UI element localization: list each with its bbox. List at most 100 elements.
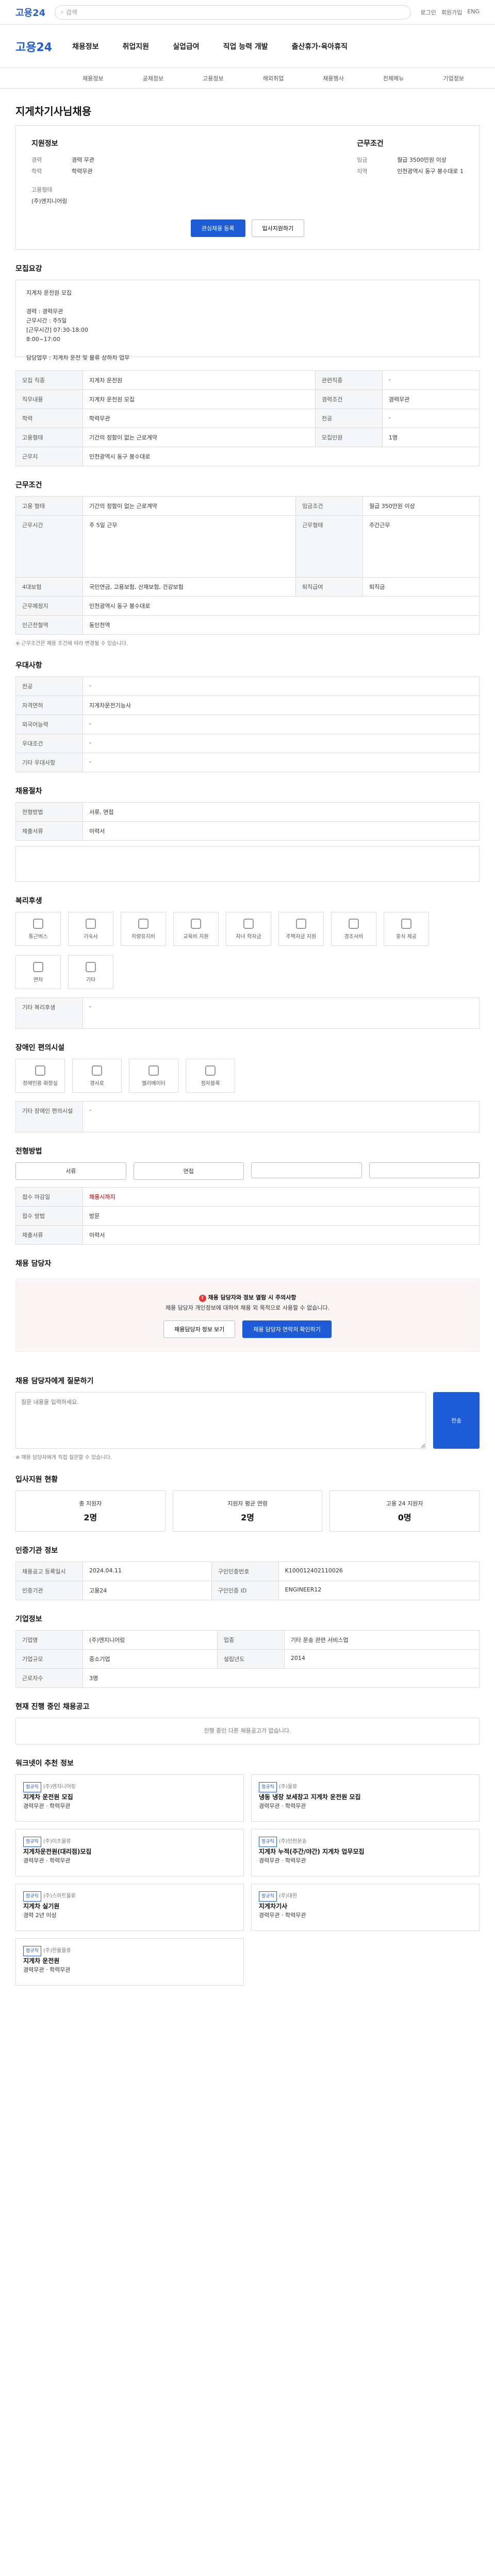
company-section: 기업정보 기업명 (주)엔지니어링 업종 기타 운송 관련 서비스업 기업규모 중소기업… (0, 1600, 495, 1688)
facility-label: 경사로 (90, 1080, 104, 1087)
welfare-extra: 기타 복리후생 - (15, 997, 480, 1029)
label: 임금 (357, 157, 368, 163)
search-placeholder: 검색 (65, 9, 77, 16)
summary-left-label: 지원정보 (31, 140, 58, 148)
cell-key: 접수 방법 (15, 1206, 83, 1226)
conditions-table: 고용 형태 기간의 정함이 없는 근로계약 임금조건 월급 350만원 이상 근무시간… (15, 496, 480, 635)
recommend-card[interactable]: 정규직 (주)인천운송 지게차 누적(주간/야간) 지게차 업무모집 경력무관 · 학… (251, 1829, 480, 1876)
menu-item-leave[interactable]: 출산휴가·육아휴직 (292, 41, 348, 52)
cell-key: 근무예정지 (15, 596, 83, 616)
brand-title[interactable]: 고용24 (15, 38, 72, 55)
menu-item-training[interactable]: 직업 능력 개발 (223, 41, 268, 52)
card-tag: 정규직 (259, 1837, 277, 1847)
facility-item: 엘리베이터 (129, 1059, 178, 1093)
card-title: 지게차기사 (259, 1903, 288, 1910)
cell-key: 우대조건 (15, 734, 83, 753)
braille-icon (205, 1065, 216, 1076)
cell-key: 접수 마감일 (15, 1187, 83, 1207)
manager-contact-button[interactable]: 채용 담당자 연락처 확인하기 (242, 1320, 332, 1338)
cell-value: 채용시까지 (82, 1187, 480, 1207)
subnav-item[interactable]: 채용행사 (323, 74, 343, 82)
cell-key: 기업명 (15, 1630, 83, 1650)
top-search-input[interactable]: ⌕ 검색 (55, 5, 411, 20)
facility-item: 점자블록 (186, 1059, 235, 1093)
recommend-card[interactable]: 정규직 (주)이츠물류 지게차운전원(대리점)모집 경력무관 · 학력무관 (15, 1829, 244, 1876)
subnav-item[interactable]: 채용정보 (82, 74, 103, 82)
card-tag: 정규직 (259, 1782, 277, 1792)
manager-banner: ! 채용 담당자와 정보 열람 시 주의사항 채용 담당자 개인정보에 대하여 채… (15, 1279, 480, 1352)
section-title: 채용 담당자에게 질문하기 (15, 1377, 94, 1385)
apply-step: 서류 (15, 1162, 126, 1180)
subnav-item[interactable]: 고용정보 (203, 74, 223, 82)
recommend-card[interactable]: 정규직 (주)한울물류 지게차 운전원 경력무관 · 학력무관 (15, 1938, 244, 1986)
card-title: 냉동 냉장 보세창고 지게차 운전원 모집 (259, 1793, 361, 1801)
facility-label: 엘리베이터 (142, 1080, 166, 1087)
login-link[interactable]: 로그인 (420, 8, 436, 16)
cell-value: 인천광역시 동구 봉수대로 (82, 447, 480, 466)
dormitory-icon (86, 918, 96, 929)
cell-key: 4대보험 (15, 577, 83, 597)
subnav-item[interactable]: 해외취업 (263, 74, 284, 82)
cell-key: 고용 형태 (15, 496, 83, 516)
card-company: (주)엔지니어링 (43, 1784, 76, 1790)
apply-button[interactable]: 입사지원하기 (251, 219, 305, 237)
section-title: 복리후생 (15, 897, 42, 905)
summary-right: 근무조건 임금 월급 3500만원 이상 지역 인천광역시 동구 봉수대로 1 (357, 138, 464, 207)
cell-value: 이력서 (82, 1225, 480, 1245)
cell-key: 구인인증 ID (211, 1581, 279, 1600)
menu-item-jobs[interactable]: 채용정보 (72, 41, 99, 52)
global-nav: 고용24 채용정보 취업지원 실업급여 직업 능력 개발 출산휴가·육아휴직 (0, 25, 495, 68)
cell-key: 제출서류 (15, 821, 83, 841)
question-textarea[interactable] (15, 1392, 426, 1449)
cell-key: 모집인원 (315, 428, 383, 447)
welfare-item: 기숙사 (68, 912, 113, 946)
send-button[interactable]: 전송 (433, 1392, 480, 1449)
cell-value: 고용24 (82, 1581, 212, 1600)
method-section: 채용절차 전형방법 서류, 면접 제출서류 이력서 (0, 772, 495, 882)
section-title: 워크넷이 추천 정보 (15, 1759, 74, 1768)
recommend-card[interactable]: 정규직 (주)엔지니어링 지게차 운전원 모집 경력무관 · 학력무관 (15, 1774, 244, 1822)
label: 경력 (31, 157, 42, 163)
recruit-section: 모집요강 지게차 운전원 모집 경력 : 경력무관 근무시간 : 주5일 [근무… (0, 250, 495, 361)
subnav-item[interactable]: 기업정보 (443, 74, 464, 82)
lang-link[interactable]: ENG (467, 8, 480, 16)
cell-value: - (82, 676, 480, 696)
signup-link[interactable]: 회원가입 (441, 8, 462, 16)
conditions-note: ※ 근무조건은 채용 조건에 따라 변경될 수 있습니다. (15, 641, 128, 647)
welfare-label: 기타 (86, 977, 96, 983)
education-icon (191, 918, 201, 929)
section-title: 채용절차 (15, 787, 42, 795)
bus-icon (33, 918, 43, 929)
company-name[interactable]: (주)엔지니어링 (31, 196, 67, 207)
welfare-label: 차량유지비 (131, 934, 155, 940)
welfare-item: 중식 제공 (384, 912, 429, 946)
company-table: 기업명 (주)엔지니어링 업종 기타 운송 관련 서비스업 기업규모 중소기업 설립년도 2… (15, 1630, 480, 1688)
value: 학력무관 (72, 168, 93, 175)
section-title: 입사지원 현황 (15, 1476, 58, 1484)
cell-key: 업종 (217, 1630, 285, 1650)
apply-step (369, 1162, 480, 1178)
card-title: 지게차 운전원 모집 (23, 1793, 73, 1801)
recommend-card[interactable]: 정규직 (주)스마트물류 지게차 실기원 경력 2년 이상 (15, 1884, 244, 1931)
card-company: (주)한울물류 (43, 1948, 71, 1954)
menu-item-benefit[interactable]: 실업급여 (173, 41, 200, 52)
cell-key: 기업규모 (15, 1649, 83, 1669)
site-logo[interactable]: 고용24 (15, 6, 45, 19)
interest-button[interactable]: 관심채용 등록 (190, 219, 245, 237)
section-title: 근무조건 (15, 481, 42, 489)
cell-key: 설립년도 (217, 1649, 285, 1669)
stat-label: 지원자 평균 연령 (227, 1500, 268, 1507)
stat-value: 2명 (84, 1513, 97, 1522)
section-title: 모집요강 (15, 265, 42, 273)
manager-info-button[interactable]: 채용담당자 정보 보기 (163, 1320, 236, 1338)
subnav-item[interactable]: 공채정보 (143, 74, 163, 82)
subnav-item[interactable]: 전체메뉴 (383, 74, 404, 82)
section-title: 장애인 편의시설 (15, 1044, 65, 1052)
recommend-card[interactable]: 정규직 (주)물류 냉동 냉장 보세창고 지게차 운전원 모집 경력무관 · 학력무관 (251, 1774, 480, 1822)
recommend-card[interactable]: 정규직 (주)대한 지게차기사 경력무관 · 학력무관 (251, 1884, 480, 1931)
cell-key: 고용형태 (15, 428, 83, 447)
cell-key: 경력조건 (315, 389, 383, 409)
menu-item-support[interactable]: 취업지원 (123, 41, 150, 52)
cell-key: 근무형태 (295, 515, 364, 578)
cell-value: 지게차운전기능사 (82, 696, 480, 715)
